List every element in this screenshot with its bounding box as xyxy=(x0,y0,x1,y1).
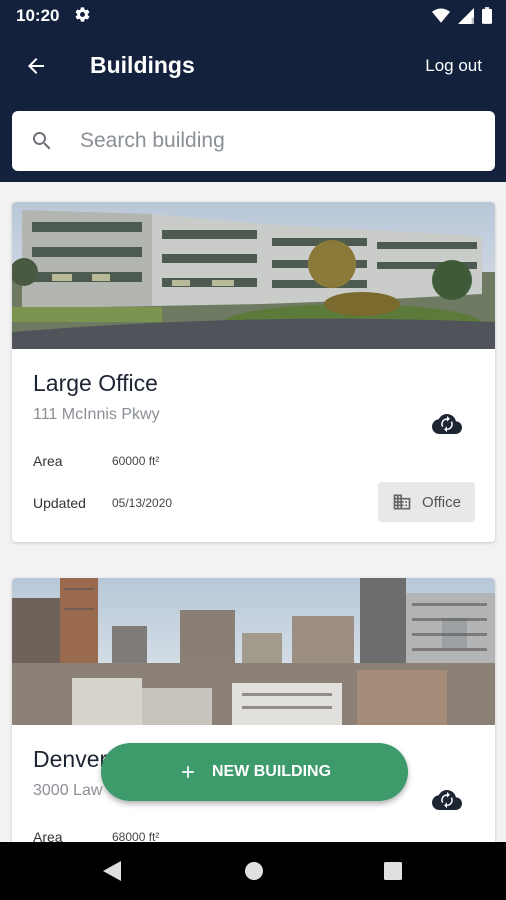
wifi-icon xyxy=(432,8,450,23)
area-value: 68000 ft² xyxy=(112,830,160,842)
signal-icon xyxy=(458,7,474,24)
building-type-label: Office xyxy=(422,493,461,511)
status-bar: 10:20 xyxy=(0,0,506,32)
nav-back-button[interactable] xyxy=(102,860,122,887)
building-card[interactable]: Large Office 111 McInnis Pkwy Area 60000… xyxy=(12,202,495,542)
status-time: 10:20 xyxy=(16,6,60,25)
building-photo xyxy=(12,578,495,725)
triangle-back-icon xyxy=(103,861,121,881)
logout-button[interactable]: Log out xyxy=(425,56,482,76)
search-bar[interactable] xyxy=(12,111,495,171)
building-name: Denver xyxy=(33,746,108,772)
area-value: 60000 ft² xyxy=(112,454,160,468)
circle-home-icon xyxy=(245,862,263,880)
building-address: 3000 Law xyxy=(33,782,103,799)
search-input[interactable] xyxy=(80,111,480,171)
new-building-label: NEW BUILDING xyxy=(211,763,332,780)
cloud-sync-button[interactable] xyxy=(432,413,462,442)
new-building-button[interactable]: NEW BUILDING xyxy=(101,743,408,801)
settings-gear-icon xyxy=(74,6,91,28)
building-address: 111 McInnis Pkwy xyxy=(33,406,160,423)
status-indicators xyxy=(432,7,492,24)
cloud-sync-icon xyxy=(432,790,462,810)
square-recents-icon xyxy=(384,862,402,880)
back-button[interactable] xyxy=(16,48,56,84)
battery-icon xyxy=(482,7,492,24)
cloud-sync-icon xyxy=(432,414,462,434)
updated-label: Updated xyxy=(33,495,86,511)
updated-value: 05/13/2020 xyxy=(112,496,173,510)
page-title: Buildings xyxy=(90,52,195,78)
building-icon xyxy=(393,494,411,510)
building-photo xyxy=(12,202,495,349)
app-bar: Buildings Log out xyxy=(0,32,506,182)
building-type-chip[interactable]: Office xyxy=(378,482,475,522)
building-name: Large Office xyxy=(33,370,158,396)
system-nav-bar xyxy=(0,842,506,900)
building-card[interactable]: Denver 3000 Law Area 68000 ft² xyxy=(12,578,495,842)
arrow-left-icon xyxy=(28,58,44,74)
nav-home-button[interactable] xyxy=(244,860,264,887)
nav-recents-button[interactable] xyxy=(383,860,403,887)
plus-icon xyxy=(182,766,194,778)
area-label: Area xyxy=(33,453,63,469)
cloud-sync-button[interactable] xyxy=(432,789,462,818)
area-label: Area xyxy=(33,829,63,842)
search-icon xyxy=(30,129,54,158)
